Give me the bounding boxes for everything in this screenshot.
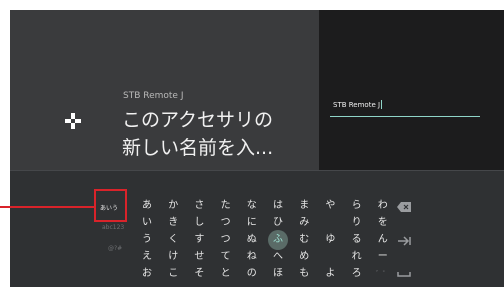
annotation-pointer — [0, 206, 95, 208]
kana-key[interactable]: ぬ — [242, 232, 262, 248]
kana-key[interactable]: お — [137, 266, 157, 282]
kana-key[interactable]: ー — [373, 249, 393, 265]
kana-key[interactable]: ま — [294, 198, 314, 214]
name-input[interactable]: STB Remote J — [330, 96, 480, 117]
kana-key[interactable]: つ — [216, 232, 236, 248]
kana-key[interactable]: ん — [373, 232, 393, 248]
kana-key[interactable]: ひ — [268, 215, 288, 231]
accessory-subtitle: STB Remote J — [123, 91, 184, 101]
kana-key[interactable]: り — [347, 215, 367, 231]
text-caret — [381, 100, 383, 109]
kana-key[interactable]: と — [216, 266, 236, 282]
title-line-2: 新しい名前を入... — [122, 137, 274, 159]
kana-key[interactable]: さ — [189, 198, 209, 214]
kana-key[interactable]: く — [163, 232, 183, 248]
kana-key[interactable]: よ — [320, 266, 340, 282]
kana-key[interactable]: る — [347, 232, 367, 248]
kana-key[interactable]: て — [216, 249, 236, 265]
input-panel — [319, 10, 504, 170]
name-input-value: STB Remote J — [333, 100, 383, 109]
kana-key[interactable]: の — [242, 266, 262, 282]
kana-key[interactable]: な — [242, 198, 262, 214]
kana-key[interactable]: れ — [347, 249, 367, 265]
info-panel: STB Remote J このアクセサリの 新しい名前を入... — [10, 10, 319, 170]
kana-key[interactable]: ろ — [347, 266, 367, 282]
kana-key[interactable]: み — [294, 215, 314, 231]
mode-symbols[interactable]: @?# — [108, 245, 122, 252]
kana-key[interactable]: き — [163, 215, 183, 231]
kana-key[interactable]: か — [163, 198, 183, 214]
kana-key[interactable]: つ — [216, 215, 236, 231]
kana-key[interactable]: す — [189, 232, 209, 248]
kana-key[interactable]: そ — [189, 266, 209, 282]
kana-key[interactable]: ふ — [268, 232, 288, 248]
kana-key[interactable]: た — [216, 198, 236, 214]
kana-key[interactable]: や — [320, 198, 340, 214]
kana-key[interactable]: ゛゜ — [373, 266, 393, 282]
kana-key[interactable]: む — [294, 232, 314, 248]
mode-alphanumeric[interactable]: abc123 — [102, 224, 124, 231]
kana-key[interactable]: ね — [242, 249, 262, 265]
gamepad-icon — [65, 113, 81, 129]
kana-key[interactable]: う — [137, 232, 157, 248]
annotation-highlight — [94, 189, 127, 222]
kana-key[interactable]: め — [294, 249, 314, 265]
next-icon[interactable] — [396, 236, 412, 248]
kana-key[interactable]: あ — [137, 198, 157, 214]
kana-key[interactable]: え — [137, 249, 157, 265]
kana-key[interactable]: し — [189, 215, 209, 231]
space-icon[interactable] — [396, 270, 412, 282]
page-title: このアクセサリの 新しい名前を入... — [122, 106, 312, 162]
title-line-1: このアクセサリの — [122, 109, 274, 131]
kana-key[interactable]: も — [294, 266, 314, 282]
kana-key[interactable]: へ — [268, 249, 288, 265]
kana-key[interactable]: い — [137, 215, 157, 231]
kana-key[interactable]: ゆ — [320, 232, 340, 248]
kana-key[interactable]: ら — [347, 198, 367, 214]
kana-key[interactable]: を — [373, 215, 393, 231]
backspace-icon[interactable] — [396, 202, 412, 214]
kana-key[interactable]: わ — [373, 198, 393, 214]
kana-key[interactable]: に — [242, 215, 262, 231]
kana-key[interactable]: せ — [189, 249, 209, 265]
kana-key[interactable]: は — [268, 198, 288, 214]
kana-key[interactable]: ほ — [268, 266, 288, 282]
kana-key[interactable]: こ — [163, 266, 183, 282]
kana-key[interactable]: け — [163, 249, 183, 265]
